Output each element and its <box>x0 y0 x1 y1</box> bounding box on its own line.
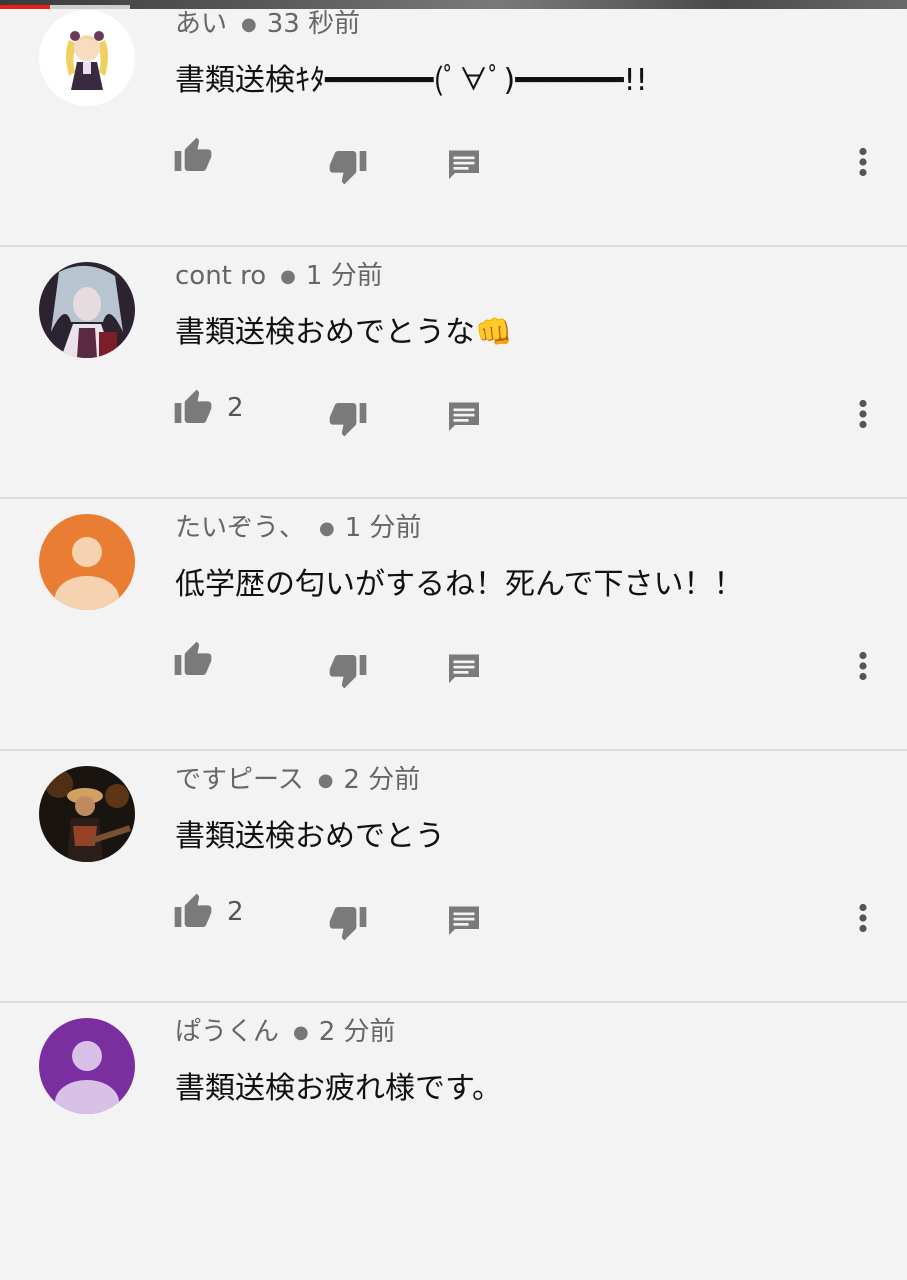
comment-author[interactable]: ぱうくん <box>175 1017 279 1047</box>
separator-dot: ● <box>241 13 257 35</box>
comment-actions: 2 <box>0 376 907 438</box>
comment-time: 1 分前 <box>305 261 383 291</box>
comment-text: 書類送検おめでとうな👊 <box>175 315 513 350</box>
reply-icon[interactable] <box>446 902 482 938</box>
thumbs-up-icon[interactable] <box>173 388 213 428</box>
comment-actions: 2 <box>0 880 907 942</box>
separator-dot: ● <box>293 1021 309 1043</box>
thumbs-up-icon[interactable] <box>173 640 213 680</box>
separator-dot: ● <box>319 517 335 539</box>
comment-item: たいぞう、 ● 1 分前 低学歴の匂いがするね！死んで下さい！！ <box>0 500 907 751</box>
comment-author[interactable]: たいぞう、 <box>175 513 305 543</box>
more-options-icon[interactable] <box>850 144 876 180</box>
avatar[interactable] <box>39 1018 135 1114</box>
reply-icon[interactable] <box>446 398 482 434</box>
comment-meta: ですピース ● 2 分前 <box>175 760 420 801</box>
avatar[interactable] <box>39 766 135 862</box>
comment-author[interactable]: ですピース <box>175 765 304 795</box>
like-count: 2 <box>227 897 244 927</box>
comment-text: 書類送検お疲れ様です。 <box>175 1071 502 1106</box>
reply-icon[interactable] <box>446 650 482 686</box>
comment-author[interactable]: cont ro <box>175 261 266 291</box>
thumbs-up-icon[interactable] <box>173 136 213 176</box>
comment-meta: ぱうくん ● 2 分前 <box>175 1012 396 1053</box>
thumbs-up-icon[interactable] <box>173 892 213 932</box>
thumbs-down-icon[interactable] <box>328 650 368 690</box>
more-options-icon[interactable] <box>850 396 876 432</box>
comment-time: 2 分前 <box>318 1017 396 1047</box>
avatar[interactable] <box>39 262 135 358</box>
comment-item: ですピース ● 2 分前 書類送検おめでとう 2 <box>0 752 907 1003</box>
separator-dot: ● <box>280 265 296 287</box>
separator-dot: ● <box>317 769 334 791</box>
thumbs-down-icon[interactable] <box>328 398 368 438</box>
avatar[interactable] <box>39 10 135 106</box>
comment-time: 2 分前 <box>343 765 421 795</box>
comment-item: cont ro ● 1 分前 書類送検おめでとうな👊 2 <box>0 248 907 499</box>
comment-actions <box>0 628 907 690</box>
comment-text: 書類送検おめでとう <box>175 819 445 854</box>
comment-meta: cont ro ● 1 分前 <box>175 256 383 297</box>
more-options-icon[interactable] <box>850 648 876 684</box>
comment-item: ぱうくん ● 2 分前 書類送検お疲れ様です。 <box>0 1004 907 1255</box>
like-count: 2 <box>227 393 244 423</box>
thumbs-down-icon[interactable] <box>328 146 368 186</box>
comment-meta: たいぞう、 ● 1 分前 <box>175 508 422 549</box>
reply-icon[interactable] <box>446 146 482 182</box>
avatar[interactable] <box>39 514 135 610</box>
comment-time: 1 分前 <box>344 513 422 543</box>
comment-time: 33 秒前 <box>266 9 361 39</box>
comment-actions <box>0 124 907 186</box>
comment-author[interactable]: あい <box>175 9 227 39</box>
thumbs-down-icon[interactable] <box>328 902 368 942</box>
comment-meta: あい ● 33 秒前 <box>175 4 360 45</box>
more-options-icon[interactable] <box>850 900 876 936</box>
comment-item: あい ● 33 秒前 書類送検ｷﾀ━━━━━━(ﾟ∀ﾟ)━━━━━━!! <box>0 0 907 247</box>
comment-text: 低学歴の匂いがするね！死んで下さい！！ <box>175 567 744 602</box>
comment-text: 書類送検ｷﾀ━━━━━━(ﾟ∀ﾟ)━━━━━━!! <box>175 63 648 98</box>
